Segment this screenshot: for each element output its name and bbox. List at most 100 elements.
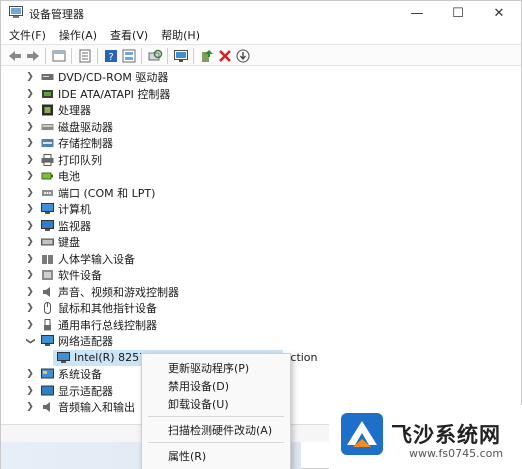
sound-icon bbox=[43, 286, 50, 297]
uninstall-icon[interactable] bbox=[217, 48, 233, 64]
tree-item-label: 端口 (COM 和 LPT) bbox=[58, 186, 156, 200]
audio-io-icon bbox=[43, 402, 50, 413]
title-bar: 设备管理器 — ☐ ✕ bbox=[1, 1, 521, 25]
tree-item-label: 打印队列 bbox=[58, 153, 102, 167]
menu-bar: 文件(F) 操作(A) 查看(V) 帮助(H) bbox=[1, 25, 521, 44]
display-adapter-icon bbox=[41, 385, 54, 396]
chevron-right-icon[interactable]: ❯ bbox=[25, 270, 35, 280]
port-icon bbox=[42, 189, 53, 196]
chevron-right-icon[interactable]: ❯ bbox=[25, 303, 35, 313]
network-adapter-icon bbox=[41, 335, 54, 347]
tree-item-label: 软件设备 bbox=[58, 269, 102, 283]
ctx-separator bbox=[148, 442, 284, 443]
tree-item-network-adapters[interactable]: ❯ 网络适配器 bbox=[1, 333, 521, 350]
help-icon[interactable]: ? bbox=[103, 48, 119, 64]
tree-item-label: 系统设备 bbox=[58, 368, 102, 382]
chevron-right-icon[interactable]: ❯ bbox=[25, 122, 35, 132]
chevron-right-icon[interactable]: ❯ bbox=[25, 254, 35, 264]
processor-icon bbox=[42, 104, 53, 116]
menu-action[interactable]: 操作(A) bbox=[59, 27, 97, 43]
minimize-button[interactable]: — bbox=[397, 1, 437, 25]
chevron-right-icon[interactable]: ❯ bbox=[25, 237, 35, 247]
back-arrow-icon[interactable] bbox=[7, 48, 23, 64]
system-device-icon bbox=[41, 368, 54, 379]
storage-controller-icon bbox=[41, 139, 54, 148]
tree-item-label: 磁盘驱动器 bbox=[58, 120, 113, 134]
chevron-right-icon[interactable]: ❯ bbox=[25, 402, 35, 412]
tree-item-label: 处理器 bbox=[58, 104, 91, 118]
chevron-right-icon[interactable]: ❯ bbox=[25, 105, 35, 115]
battery-icon bbox=[41, 172, 53, 180]
keyboard-icon bbox=[41, 238, 54, 246]
watermark: 飞沙系统网 www.fs0745.com bbox=[329, 405, 522, 469]
chevron-right-icon[interactable]: ❯ bbox=[25, 386, 35, 396]
ctx-properties[interactable]: 属性(R) bbox=[142, 446, 290, 465]
tree-item-label: 鼠标和其他指针设备 bbox=[58, 302, 157, 316]
software-device-icon bbox=[42, 270, 53, 281]
tree-item-keyboard[interactable]: ❯ 键盘 bbox=[1, 234, 521, 251]
tree-item-label: 通用串行总线控制器 bbox=[58, 318, 157, 332]
tree-item-dvd[interactable]: ❯ DVD/CD-ROM 驱动器 bbox=[1, 69, 521, 86]
monitor-icon bbox=[41, 219, 54, 231]
chevron-right-icon[interactable]: ❯ bbox=[25, 188, 35, 198]
chevron-right-icon[interactable]: ❯ bbox=[25, 89, 35, 99]
tree-item-print-queue[interactable]: ❯ 打印队列 bbox=[1, 152, 521, 169]
chevron-right-icon[interactable]: ❯ bbox=[25, 72, 35, 82]
menu-help[interactable]: 帮助(H) bbox=[161, 27, 200, 43]
menu-file[interactable]: 文件(F) bbox=[9, 27, 46, 43]
toolbar-separator bbox=[167, 48, 168, 64]
window-title: 设备管理器 bbox=[29, 8, 84, 21]
tree-item-computer[interactable]: ❯ 计算机 bbox=[1, 201, 521, 218]
network-card-icon bbox=[57, 351, 70, 363]
chevron-right-icon[interactable]: ❯ bbox=[25, 204, 35, 214]
view-list-icon[interactable] bbox=[121, 48, 137, 64]
tree-item-hid[interactable]: ❯ 人体学输入设备 bbox=[1, 251, 521, 268]
ctx-update-driver[interactable]: 更新驱动程序(P) bbox=[142, 358, 290, 377]
tree-item-ide[interactable]: ❯ IDE ATA/ATAPI 控制器 bbox=[1, 86, 521, 103]
chevron-right-icon[interactable]: ❯ bbox=[25, 369, 35, 379]
toolbar-separator bbox=[193, 48, 194, 64]
chevron-right-icon[interactable]: ❯ bbox=[25, 155, 35, 165]
monitor-icon[interactable] bbox=[173, 48, 189, 64]
tree-item-processor[interactable]: ❯ 处理器 bbox=[1, 102, 521, 119]
tree-item-disk[interactable]: ❯ 磁盘驱动器 bbox=[1, 119, 521, 136]
device-manager-window: 设备管理器 — ☐ ✕ 文件(F) 操作(A) 查看(V) 帮助(H) ? ❯ … bbox=[0, 0, 522, 469]
ctx-uninstall-device[interactable]: 卸载设备(U) bbox=[142, 394, 290, 413]
device-manager-app-icon bbox=[9, 6, 23, 18]
menu-view[interactable]: 查看(V) bbox=[110, 27, 148, 43]
ctx-scan-hardware[interactable]: 扫描检测硬件改动(A) bbox=[142, 420, 290, 439]
tree-item-usb[interactable]: ❯ 通用串行总线控制器 bbox=[1, 317, 521, 334]
tree-item-software-devices[interactable]: ❯ 软件设备 bbox=[1, 267, 521, 284]
chevron-right-icon[interactable]: ❯ bbox=[25, 171, 35, 181]
chevron-right-icon[interactable]: ❯ bbox=[25, 221, 35, 231]
computer-icon bbox=[41, 203, 54, 215]
tree-item-ports[interactable]: ❯ 端口 (COM 和 LPT) bbox=[1, 185, 521, 202]
scan-hardware-icon[interactable] bbox=[147, 48, 163, 64]
tree-item-storage[interactable]: ❯ 存储控制器 bbox=[1, 135, 521, 152]
tree-item-label: 网络适配器 bbox=[58, 335, 113, 349]
view-icon[interactable] bbox=[51, 48, 67, 64]
tree-item-monitors[interactable]: ❯ 监视器 bbox=[1, 218, 521, 235]
toolbar-separator bbox=[97, 48, 98, 64]
chevron-right-icon[interactable]: ❯ bbox=[25, 320, 35, 330]
tree-item-mouse[interactable]: ❯ 鼠标和其他指针设备 bbox=[1, 300, 521, 317]
update-driver-icon[interactable] bbox=[199, 48, 215, 64]
dvd-drive-icon bbox=[41, 74, 54, 81]
context-menu: 更新驱动程序(P) 禁用设备(D) 卸载设备(U) 扫描检测硬件改动(A) 属性… bbox=[141, 353, 291, 469]
maximize-button[interactable]: ☐ bbox=[438, 1, 478, 25]
tree-item-label: IDE ATA/ATAPI 控制器 bbox=[58, 87, 171, 101]
ctx-separator bbox=[148, 416, 284, 417]
disable-icon[interactable] bbox=[235, 48, 251, 64]
ctx-disable-device[interactable]: 禁用设备(D) bbox=[142, 376, 290, 395]
toolbar: ? bbox=[1, 44, 521, 66]
tree-item-label: 音频输入和输出 bbox=[58, 401, 135, 415]
chevron-right-icon[interactable]: ❯ bbox=[25, 287, 35, 297]
tree-item-battery[interactable]: ❯ 电池 bbox=[1, 168, 521, 185]
watermark-name: 飞沙系统网 bbox=[391, 423, 501, 447]
chevron-right-icon[interactable]: ❯ bbox=[25, 138, 35, 148]
forward-arrow-icon[interactable] bbox=[25, 48, 41, 64]
chevron-down-icon[interactable]: ❯ bbox=[25, 336, 35, 346]
tree-item-sound[interactable]: ❯ 声音、视频和游戏控制器 bbox=[1, 284, 521, 301]
properties-icon[interactable] bbox=[77, 48, 93, 64]
close-button[interactable]: ✕ bbox=[479, 1, 519, 25]
